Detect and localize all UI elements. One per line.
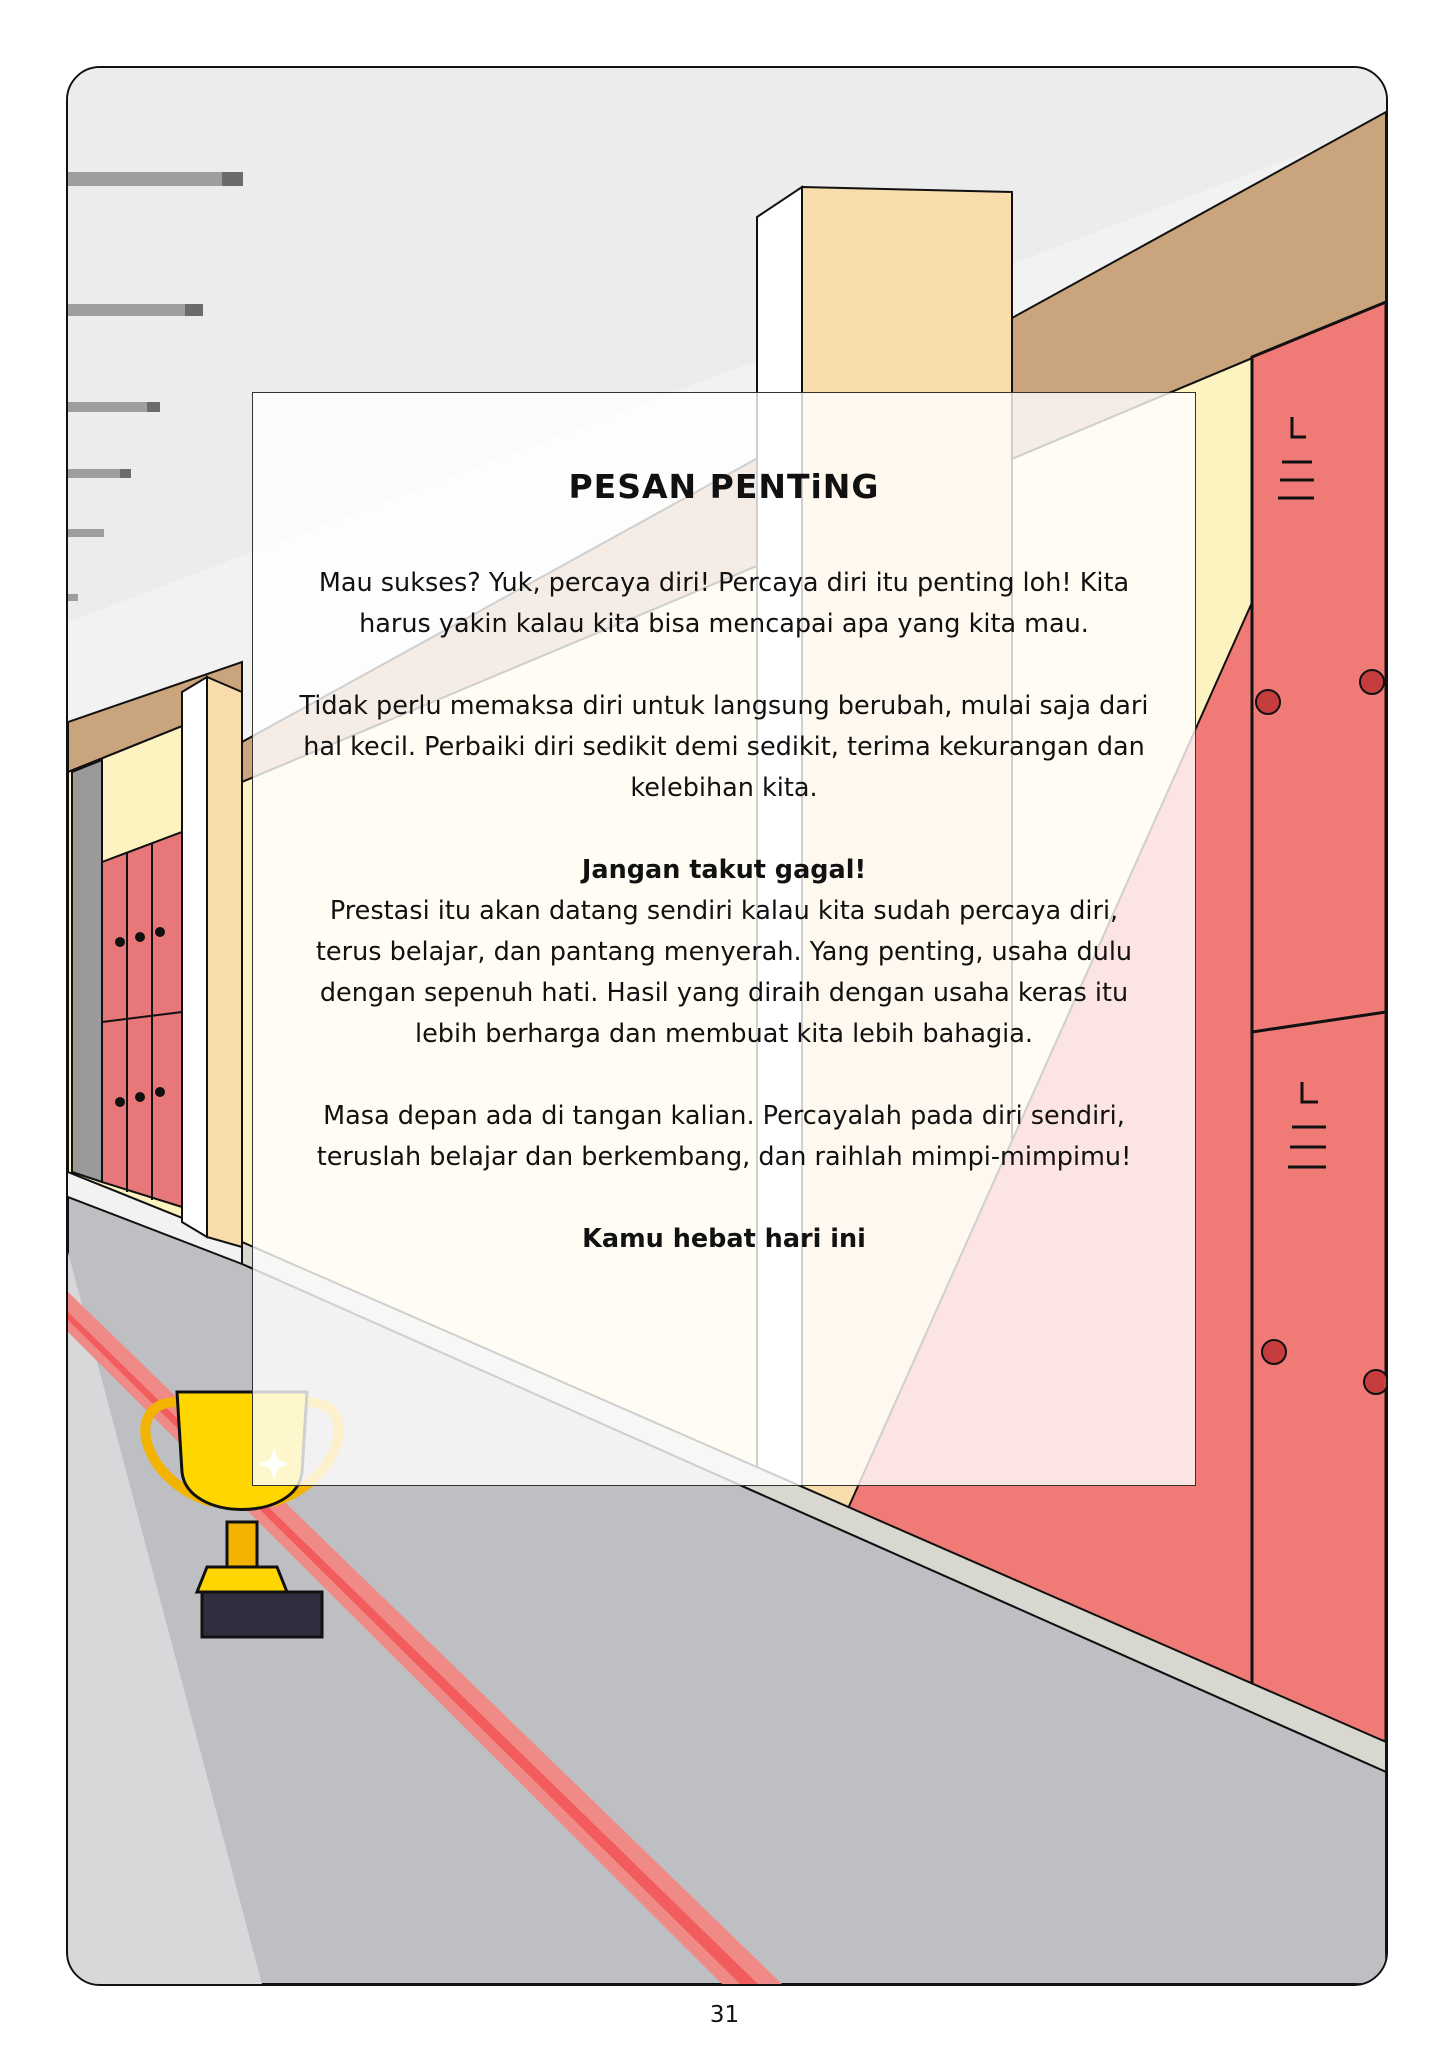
message-body: Mau sukses? Yuk, percaya diri! Percaya d…: [293, 563, 1155, 1301]
paragraph-3-text: Prestasi itu akan datang sendiri kalau k…: [315, 896, 1133, 1049]
page-number: 31: [709, 2002, 740, 2028]
paragraph-3: Jangan takut gagal! Prestasi itu akan da…: [293, 850, 1155, 1055]
paragraph-3-heading: Jangan takut gagal!: [581, 855, 867, 885]
closing-line: Kamu hebat hari ini: [582, 1224, 866, 1254]
paragraph-4: Masa depan ada di tangan kalian. Percaya…: [316, 1101, 1132, 1172]
paragraph-1: Mau sukses? Yuk, percaya diri! Percaya d…: [318, 568, 1130, 639]
message-panel: PESAN PENTiNG Mau sukses? Yuk, percaya d…: [252, 392, 1196, 1486]
page-title: PESAN PENTiNG: [568, 467, 880, 506]
paragraph-2: Tidak perlu memaksa diri untuk langsung …: [299, 691, 1149, 803]
